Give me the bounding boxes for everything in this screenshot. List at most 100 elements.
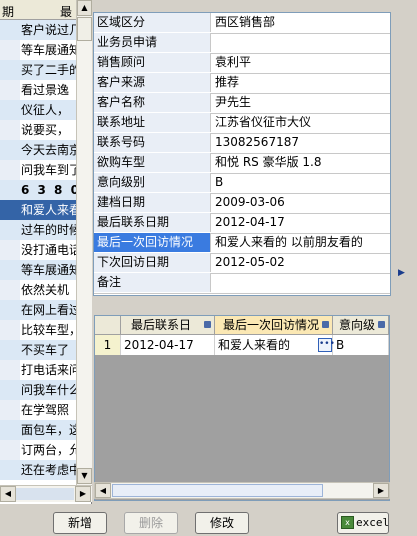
table-row[interactable]: 1 2012-04-17 和爱人来看的 ••• B: [95, 335, 389, 355]
list-vertical-scrollbar[interactable]: ▲ ▼: [76, 0, 92, 485]
field-label: 欲购车型: [94, 153, 211, 172]
field-value[interactable]: 2012-05-02: [212, 253, 390, 272]
field-label: 下次回访日期: [94, 253, 211, 272]
list-item[interactable]: 在网上看过: [0, 300, 76, 320]
list-horizontal-scrollbar[interactable]: ◀ ▶: [0, 485, 92, 502]
form-row: 业务员申请: [94, 33, 390, 54]
list-item[interactable]: 依然关机: [0, 280, 76, 300]
field-label: 区域区分: [94, 13, 211, 32]
field-value[interactable]: 袁利平: [212, 53, 390, 72]
list-item[interactable]: 问我车什么: [0, 380, 76, 400]
last-visit-note-cell[interactable]: 和爱人来看的: [215, 335, 333, 355]
list-item[interactable]: 还在考虑中: [0, 460, 76, 480]
column-header-latest[interactable]: 最: [60, 3, 72, 20]
list-item[interactable]: 买了二手的: [0, 60, 76, 80]
list-item[interactable]: 6 3 8 0: [0, 180, 76, 200]
field-label: 意向级别: [94, 173, 211, 192]
list-item[interactable]: 面包车，这: [0, 420, 76, 440]
visit-history-grid: 最后联系日 最后一次回访情况 意向级 1 2012-04-17 和爱人来看的 •…: [94, 315, 390, 501]
column-header-period[interactable]: 期: [2, 3, 14, 20]
form-row: 意向级别 B: [94, 173, 390, 194]
field-label: 联系号码: [94, 133, 211, 152]
field-label: 最后联系日期: [94, 213, 211, 232]
list-item[interactable]: 等车展通知: [0, 40, 76, 60]
ellipsis-icon[interactable]: •••: [318, 338, 335, 352]
scroll-left-icon[interactable]: ◀: [95, 483, 111, 498]
list-item[interactable]: 不买车了: [0, 340, 76, 360]
field-label: 客户名称: [94, 93, 211, 112]
lock-icon: [204, 321, 211, 328]
field-value[interactable]: 江苏省仪征市大仪: [212, 113, 390, 132]
field-value[interactable]: 2009-03-06: [212, 193, 390, 212]
list-item[interactable]: 仪征人，: [0, 100, 76, 120]
field-value[interactable]: 和悦 RS 豪华版 1.8: [212, 153, 390, 172]
customer-list: 期 最 客户说过几 等车展通知 买了二手的 看过景逸 仪征人， 说要买， 今天去南京 问我车到…: [0, 0, 92, 504]
list-item[interactable]: 过年的时候: [0, 220, 76, 240]
list-item[interactable]: 说要买，: [0, 120, 76, 140]
scroll-up-icon[interactable]: ▲: [77, 0, 92, 16]
field-label: 建档日期: [94, 193, 211, 212]
list-item[interactable]: 今天去南京: [0, 140, 76, 160]
form-row: 销售顾问 袁利平: [94, 53, 390, 74]
field-value[interactable]: 2012-04-17: [212, 213, 390, 232]
form-row: 建档日期 2009-03-06: [94, 193, 390, 214]
field-label: 最后一次回访情况: [94, 233, 211, 252]
excel-label: excel: [356, 516, 390, 529]
form-row: 最后联系日期 2012-04-17: [94, 213, 390, 234]
field-value[interactable]: 尹先生: [212, 93, 390, 112]
row-number-header: [95, 316, 121, 335]
row-number: 1: [95, 335, 121, 355]
field-label: 销售顾问: [94, 53, 211, 72]
scroll-thumb[interactable]: [77, 17, 92, 41]
list-item[interactable]: 和爱人来看: [0, 200, 76, 220]
field-label: 客户来源: [94, 73, 211, 92]
field-value[interactable]: [212, 33, 390, 52]
add-button[interactable]: 新增: [53, 512, 107, 534]
field-label: 联系地址: [94, 113, 211, 132]
column-header-intent-level-label: 意向级: [339, 318, 376, 332]
last-contact-date-cell[interactable]: 2012-04-17: [121, 335, 215, 355]
column-header-last-contact-label: 最后联系日: [131, 318, 192, 332]
form-row: 联系地址 江苏省仪征市大仪: [94, 113, 390, 134]
grid-horizontal-scrollbar[interactable]: ◀ ▶: [94, 482, 390, 499]
scroll-right-icon[interactable]: ▶: [373, 483, 389, 498]
scroll-right-icon[interactable]: ▶: [75, 486, 91, 502]
form-row: 区域区分 西区销售部: [94, 13, 390, 34]
column-header-last-contact[interactable]: 最后联系日: [121, 316, 215, 335]
excel-export-button[interactable]: x excel: [337, 512, 389, 534]
list-item[interactable]: 等车展通知: [0, 260, 76, 280]
column-header-intent-level[interactable]: 意向级: [333, 316, 389, 335]
right-arrow-icon[interactable]: ▶: [398, 268, 406, 278]
list-item[interactable]: 客户说过几: [0, 20, 76, 40]
scroll-down-icon[interactable]: ▼: [77, 468, 92, 484]
form-row: 最后一次回访情况 和爱人来看的 以前朋友看的: [94, 233, 390, 254]
form-row: 客户名称 尹先生: [94, 93, 390, 114]
field-value[interactable]: 和爱人来看的 以前朋友看的: [212, 233, 390, 252]
edit-button[interactable]: 修改: [195, 512, 249, 534]
column-header-last-visit-label: 最后一次回访情况: [223, 318, 320, 332]
lock-icon: [322, 321, 329, 328]
intent-level-cell[interactable]: B: [333, 335, 389, 355]
field-value[interactable]: 西区销售部: [212, 13, 390, 32]
scroll-thumb[interactable]: [112, 484, 323, 497]
list-item[interactable]: 订两台，允: [0, 440, 76, 460]
delete-button[interactable]: 删除: [124, 512, 178, 534]
list-item[interactable]: 没打通电话: [0, 240, 76, 260]
field-value[interactable]: 13082567187: [212, 133, 390, 152]
list-item[interactable]: 问我车到了: [0, 160, 76, 180]
field-label: 备注: [94, 273, 211, 292]
field-value[interactable]: [212, 273, 390, 292]
field-value[interactable]: B: [212, 173, 390, 192]
list-item[interactable]: 在学驾照: [0, 400, 76, 420]
column-header-last-visit[interactable]: 最后一次回访情况: [215, 316, 333, 335]
scroll-track[interactable]: [16, 488, 74, 500]
scroll-left-icon[interactable]: ◀: [0, 486, 16, 502]
form-row: 客户来源 推荐: [94, 73, 390, 94]
field-value[interactable]: 推荐: [212, 73, 390, 92]
list-item[interactable]: 比较车型，: [0, 320, 76, 340]
list-item[interactable]: 打电话来问: [0, 360, 76, 380]
list-item[interactable]: 看过景逸: [0, 80, 76, 100]
form-row: 联系号码 13082567187: [94, 133, 390, 154]
form-row: 下次回访日期 2012-05-02: [94, 253, 390, 274]
form-row: 备注: [94, 273, 390, 294]
